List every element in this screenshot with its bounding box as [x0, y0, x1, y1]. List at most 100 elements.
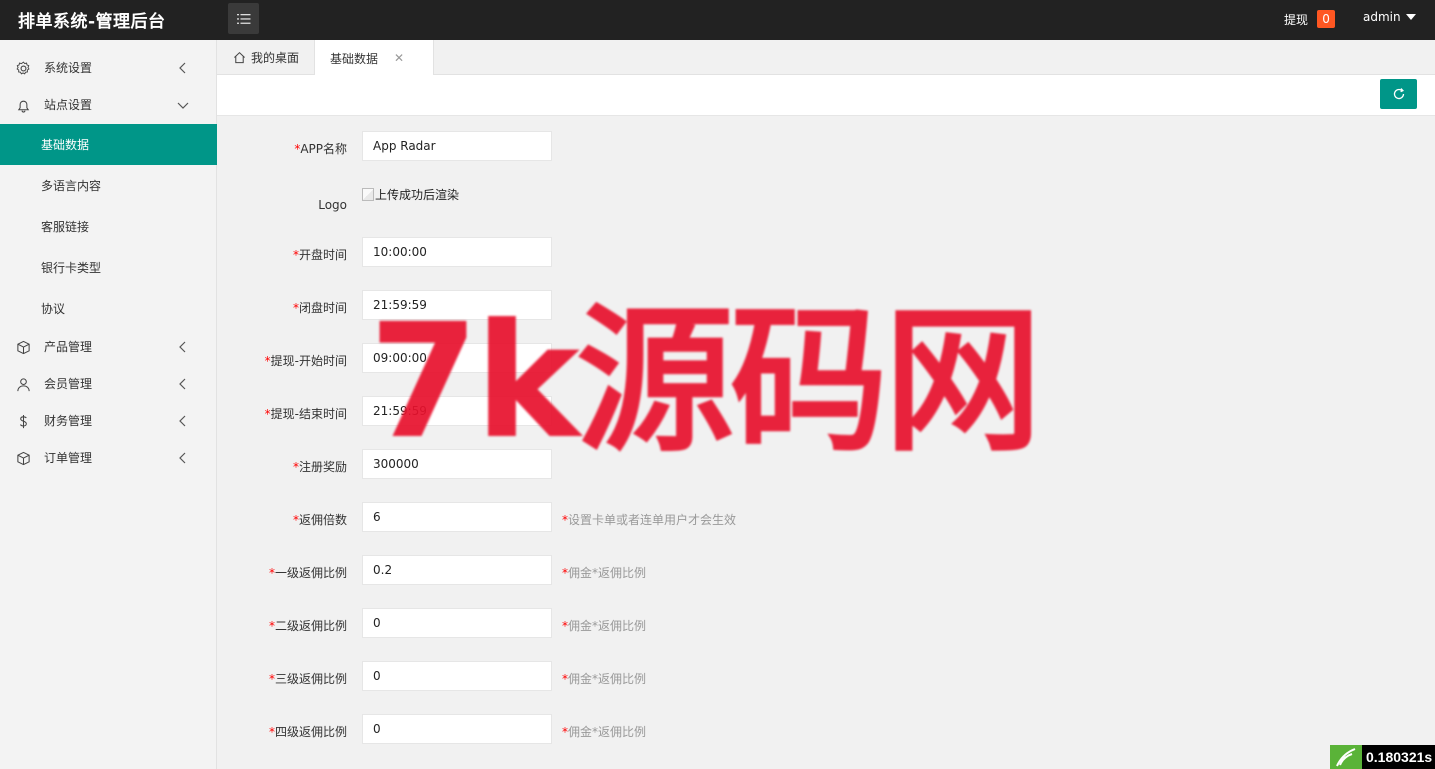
sidebar-item-label: 系统设置 [44, 61, 93, 75]
user-menu[interactable]: admin [1363, 10, 1416, 24]
field-label: *开盘时间 [292, 248, 347, 262]
sidebar-subitem-multilang[interactable]: 多语言内容 [0, 165, 217, 206]
withdraw-link[interactable]: 提现 0 [1284, 10, 1336, 28]
field-hint: *佣金*返佣比例 [562, 566, 647, 580]
chevron-left-icon [179, 452, 186, 464]
refresh-icon [1393, 88, 1404, 100]
field-label: *提现-结束时间 [264, 407, 347, 421]
sidebar-subitem-label: 客服链接 [41, 220, 90, 234]
refresh-button[interactable] [1380, 79, 1417, 109]
page-toolbar [217, 75, 1435, 116]
top-header: 排单系统-管理后台 提现 0 admin [0, 0, 1435, 40]
sidebar-subitem-label: 协议 [41, 302, 66, 316]
basic-data-form: *APP名称 Logo 上传成功后渲染 *开盘时间 *闭盘时间 *提现-开始时间… [217, 116, 1435, 769]
field-label: *APP名称 [294, 142, 347, 156]
sidebar-subitem-bank-card-type[interactable]: 银行卡类型 [0, 247, 217, 288]
user-icon [15, 376, 31, 392]
withdraw-end-input[interactable] [362, 396, 552, 426]
field-label: *闭盘时间 [292, 301, 347, 315]
level4-ratio-input[interactable] [362, 714, 552, 744]
sidebar-item-label: 产品管理 [44, 340, 93, 354]
caret-down-icon [1405, 14, 1416, 20]
register-reward-input[interactable] [362, 449, 552, 479]
gear-icon [15, 60, 31, 76]
chevron-left-icon [179, 62, 186, 74]
sidebar-subitem-label: 银行卡类型 [41, 261, 102, 275]
field-hint: *设置卡单或者连单用户才会生效 [562, 513, 737, 527]
app-name-input[interactable] [362, 131, 552, 161]
field-label: *二级返佣比例 [268, 619, 347, 633]
sidebar-item-system-settings[interactable]: 系统设置 [0, 49, 217, 86]
sidebar-subitem-agreement[interactable]: 协议 [0, 288, 217, 329]
sidebar-item-label: 会员管理 [44, 377, 93, 391]
field-label: *返佣倍数 [292, 513, 347, 527]
sidebar-subitem-label: 多语言内容 [41, 179, 102, 193]
menu-toggle-button[interactable] [228, 3, 259, 34]
tab-my-desktop[interactable]: 我的桌面 [217, 40, 314, 75]
chevron-left-icon [179, 341, 186, 353]
form-row-level4-ratio: *四级返佣比例 *佣金*返佣比例 [217, 714, 1435, 744]
sidebar-item-products[interactable]: 产品管理 [0, 328, 217, 365]
sidebar-item-label: 站点设置 [44, 98, 93, 112]
withdraw-count-badge: 0 [1317, 10, 1336, 28]
tab-basic-data[interactable]: 基础数据 ✕ [314, 40, 434, 76]
sidebar-item-label: 财务管理 [44, 414, 93, 428]
broken-image-icon [362, 188, 374, 201]
field-hint: *佣金*返佣比例 [562, 619, 647, 633]
form-row-commission-multiplier: *返佣倍数 *设置卡单或者连单用户才会生效 [217, 502, 1435, 532]
field-label: *三级返佣比例 [268, 672, 347, 686]
form-row-register-reward: *注册奖励 [217, 449, 1435, 479]
tab-label: 我的桌面 [251, 51, 300, 65]
cube-icon [15, 450, 31, 466]
close-time-input[interactable] [362, 290, 552, 320]
sidebar-item-orders[interactable]: 订单管理 [0, 439, 217, 476]
level3-ratio-input[interactable] [362, 661, 552, 691]
form-row-open-time: *开盘时间 [217, 237, 1435, 267]
field-label: *提现-开始时间 [264, 354, 347, 368]
sidebar: 系统设置 站点设置 基础数据 多语言内容 客服链接 银行卡类型 协议 产品管理 … [0, 40, 217, 769]
form-row-level2-ratio: *二级返佣比例 *佣金*返佣比例 [217, 608, 1435, 638]
commission-multiplier-input[interactable] [362, 502, 552, 532]
close-icon[interactable]: ✕ [394, 51, 404, 65]
sidebar-item-label: 订单管理 [44, 451, 93, 465]
field-label: Logo [318, 198, 347, 212]
form-row-logo: Logo 上传成功后渲染 [217, 184, 1435, 214]
sidebar-subitem-support-link[interactable]: 客服链接 [0, 206, 217, 247]
sidebar-item-site-settings[interactable]: 站点设置 [0, 86, 217, 123]
withdraw-label: 提现 [1284, 12, 1309, 27]
sidebar-subitem-label: 基础数据 [41, 138, 90, 152]
field-label: *一级返佣比例 [268, 566, 347, 580]
logo-image[interactable]: 上传成功后渲染 [362, 186, 459, 203]
level1-ratio-input[interactable] [362, 555, 552, 585]
form-row-withdraw-start: *提现-开始时间 [217, 343, 1435, 373]
open-time-input[interactable] [362, 237, 552, 267]
form-row-app-name: *APP名称 [217, 131, 1435, 161]
chevron-left-icon [179, 415, 186, 427]
sidebar-subitem-basic-data[interactable]: 基础数据 [0, 124, 217, 165]
dollar-icon [15, 413, 31, 429]
render-timer: 0.180321s [1330, 745, 1435, 769]
sidebar-item-finance[interactable]: 财务管理 [0, 402, 217, 439]
level2-ratio-input[interactable] [362, 608, 552, 638]
field-hint: *佣金*返佣比例 [562, 672, 647, 686]
withdraw-start-input[interactable] [362, 343, 552, 373]
tab-label: 基础数据 [330, 51, 379, 66]
sidebar-item-members[interactable]: 会员管理 [0, 365, 217, 402]
logo-alt-text: 上传成功后渲染 [375, 188, 460, 202]
list-icon [236, 13, 250, 24]
user-name: admin [1363, 10, 1401, 24]
form-row-level3-ratio: *三级返佣比例 *佣金*返佣比例 [217, 661, 1435, 691]
form-row-withdraw-end: *提现-结束时间 [217, 396, 1435, 426]
field-label: *注册奖励 [292, 460, 347, 474]
field-hint: *佣金*返佣比例 [562, 725, 647, 739]
leaf-icon [1330, 745, 1362, 769]
chevron-left-icon [179, 378, 186, 390]
cube-icon [15, 339, 31, 355]
tab-bar: 我的桌面 基础数据 ✕ [217, 40, 1435, 76]
field-label: *四级返佣比例 [268, 725, 347, 739]
timer-value: 0.180321s [1366, 749, 1433, 765]
app-title: 排单系统-管理后台 [18, 12, 166, 32]
form-row-level1-ratio: *一级返佣比例 *佣金*返佣比例 [217, 555, 1435, 585]
home-icon [234, 51, 245, 64]
chevron-down-icon [177, 102, 189, 109]
